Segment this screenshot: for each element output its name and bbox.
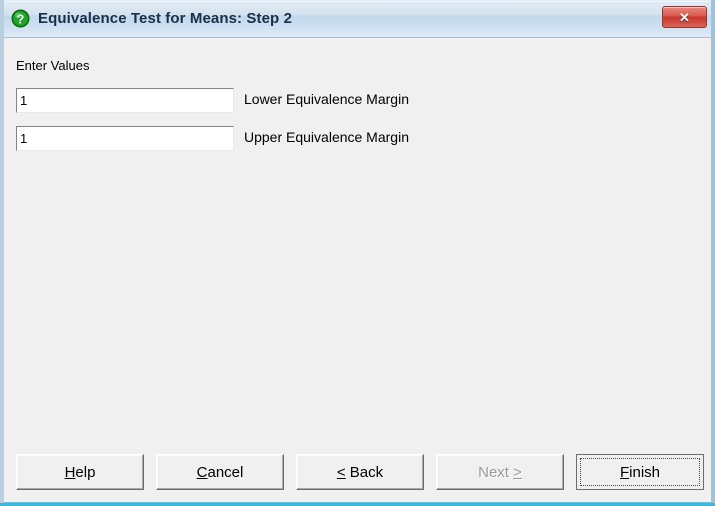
dialog-client-area: Enter Values Lower Equivalence Margin Up… — [4, 38, 711, 502]
enter-values-label: Enter Values — [16, 58, 90, 73]
lower-equivalence-margin-input[interactable] — [16, 88, 234, 113]
next-button-label: Next > — [478, 463, 522, 481]
upper-equivalence-margin-label: Upper Equivalence Margin — [244, 129, 409, 145]
help-button-label: Help — [64, 463, 96, 481]
close-icon: ✕ — [679, 9, 690, 25]
help-question-icon: ? — [11, 9, 30, 28]
lower-equivalence-margin-label: Lower Equivalence Margin — [244, 91, 409, 107]
dialog-window: ? Equivalence Test for Means: Step 2 ✕ E… — [0, 0, 715, 506]
cancel-button[interactable]: Cancel — [156, 454, 284, 490]
close-button[interactable]: ✕ — [662, 6, 707, 28]
title-bar[interactable]: ? Equivalence Test for Means: Step 2 ✕ — [0, 0, 715, 38]
finish-button-focus-ring: Finish — [580, 458, 700, 486]
svg-text:?: ? — [17, 12, 25, 26]
back-button[interactable]: < Back — [296, 454, 424, 490]
finish-button-label: Finish — [619, 463, 661, 481]
back-button-label: < Back — [336, 463, 384, 481]
dialog-button-bar: Help Cancel < Back Next > Finish — [4, 454, 711, 492]
help-button[interactable]: Help — [16, 454, 144, 490]
next-button: Next > — [436, 454, 564, 490]
window-title: Equivalence Test for Means: Step 2 — [38, 10, 293, 27]
finish-button[interactable]: Finish — [576, 454, 704, 490]
cancel-button-label: Cancel — [196, 463, 244, 481]
upper-equivalence-margin-input[interactable] — [16, 126, 234, 151]
